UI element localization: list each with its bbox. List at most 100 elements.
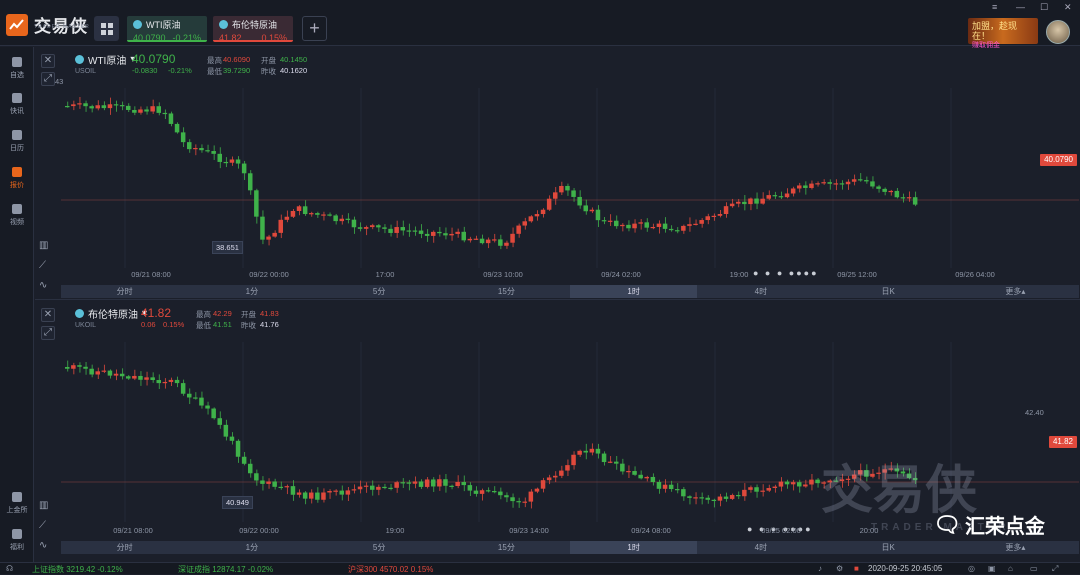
candle-body: [168, 113, 174, 124]
draw-line-icon[interactable]: ⟋: [39, 260, 53, 280]
sound-icon[interactable]: ♪: [818, 564, 822, 573]
sidebar-item-quotes[interactable]: 报价: [0, 167, 34, 190]
timeframe-tab[interactable]: 1分: [188, 285, 315, 298]
window-icon[interactable]: ▭: [1030, 564, 1038, 573]
expand-icon[interactable]: ⤢: [1052, 564, 1058, 574]
timeframe-tab-selected[interactable]: 1时: [570, 541, 698, 554]
timeframe-tab[interactable]: 1分: [188, 541, 315, 554]
candle-body: [467, 238, 473, 241]
candle-body: [266, 481, 271, 484]
high-value: 42.29: [213, 309, 232, 318]
x-axis-tick: 17:00: [375, 270, 395, 279]
candle-body: [290, 210, 296, 217]
pager-dots[interactable]: ● ● ● ●●●●: [753, 268, 819, 278]
sidebar-item-calendar[interactable]: 日历: [0, 130, 34, 153]
timeframe-tab[interactable]: 15分: [443, 541, 570, 554]
timeframe-tab[interactable]: 5分: [316, 285, 443, 298]
candle-body: [315, 213, 320, 215]
candle-body: [235, 159, 241, 164]
wave-icon[interactable]: ∿: [39, 540, 53, 560]
candle-body: [77, 103, 82, 105]
sidebar-item-watchlist[interactable]: 自选: [0, 57, 34, 80]
promo-banner[interactable]: 加盟，趁现在！ 赚取佣金: [968, 18, 1038, 49]
maximize-icon[interactable]: ☐: [1040, 2, 1048, 13]
candle-body: [473, 238, 479, 240]
expand-chart-button[interactable]: ⤢: [41, 72, 55, 86]
candle-body: [760, 490, 765, 492]
close-chart-button[interactable]: ✕: [41, 54, 55, 68]
candle-body: [717, 213, 723, 216]
timeframe-tab[interactable]: 日K: [825, 285, 952, 298]
menu-icon[interactable]: ≡: [992, 2, 997, 12]
sidebar-item-exchange[interactable]: 上金所: [0, 492, 34, 515]
timeframe-tab[interactable]: 分时: [61, 285, 188, 298]
candle-body: [882, 188, 887, 192]
screenshot-icon[interactable]: ▣: [988, 564, 996, 573]
minimize-icon[interactable]: —: [1016, 2, 1025, 12]
more-timeframes[interactable]: 更多▴: [952, 541, 1079, 554]
close-icon[interactable]: ✕: [1064, 2, 1072, 13]
support-icon[interactable]: ☊: [6, 564, 13, 573]
candle-body: [162, 112, 168, 115]
indicator-icon[interactable]: ▥: [39, 240, 53, 260]
candle-body: [138, 109, 143, 113]
price-change: -0.0830: [132, 66, 158, 75]
calendar-icon: [12, 130, 22, 140]
candle-body: [406, 230, 412, 232]
user-avatar[interactable]: [1046, 20, 1070, 44]
grid-layout-button[interactable]: [94, 16, 119, 41]
candle-body: [559, 185, 564, 193]
oil-icon: [75, 55, 84, 64]
tab-wti[interactable]: WTI原油 40.0790 -0.21%: [127, 16, 207, 43]
indicator-icon[interactable]: ▥: [39, 500, 53, 520]
timeframe-bar: 分时 1分 5分 15分 1时 4时 日K 更多▴: [61, 541, 1079, 554]
candle-body: [205, 405, 210, 409]
candle-body: [650, 226, 656, 229]
add-tab-button[interactable]: +: [302, 16, 327, 41]
candle-body: [65, 367, 70, 369]
candle-body: [95, 105, 100, 109]
expand-chart-button[interactable]: ⤢: [41, 326, 55, 340]
timeframe-tab[interactable]: 4时: [697, 285, 824, 298]
candle-body: [754, 198, 759, 204]
instrument-name[interactable]: 布伦特原油: [88, 306, 138, 321]
timeframe-tab[interactable]: 日K: [825, 541, 952, 554]
candle-body: [620, 224, 625, 227]
candle-body: [638, 474, 643, 479]
settings-icon[interactable]: ⚙: [836, 564, 843, 573]
candle-body: [485, 490, 491, 492]
tab-wti-change: -0.21%: [172, 33, 201, 43]
candle-body: [790, 188, 796, 194]
wave-icon[interactable]: ∿: [39, 280, 53, 300]
sidebar-item-label: 福利: [10, 544, 24, 551]
candle-body: [912, 197, 918, 205]
tab-brent[interactable]: 布伦特原油 41.82 0.15%: [213, 16, 293, 43]
timeframe-tab-selected[interactable]: 1时: [570, 285, 698, 298]
timeframe-tab[interactable]: 5分: [316, 541, 443, 554]
sidebar-item-welfare[interactable]: 福利: [0, 529, 34, 552]
low-label: 最低: [207, 67, 222, 76]
candle-body: [193, 397, 198, 399]
candle-body: [894, 190, 900, 198]
candle-body: [266, 236, 271, 240]
candle-body: [296, 206, 302, 211]
camera-icon[interactable]: ◎: [968, 564, 975, 573]
candle-body: [339, 490, 344, 495]
candle-body: [601, 453, 607, 463]
candle-body: [595, 209, 601, 221]
sidebar-item-video[interactable]: 视频: [0, 204, 34, 227]
timeframe-tab[interactable]: 4时: [697, 541, 824, 554]
lock-icon[interactable]: ⌂: [1008, 564, 1013, 573]
close-chart-button[interactable]: ✕: [41, 308, 55, 322]
more-timeframes[interactable]: 更多▴: [952, 285, 1079, 298]
draw-line-icon[interactable]: ⟋: [39, 520, 53, 540]
expand-icon: ⤢: [44, 73, 52, 84]
timeframe-tab[interactable]: 15分: [443, 285, 570, 298]
instrument-name[interactable]: WTI原油: [88, 52, 126, 67]
sidebar-item-news[interactable]: 快讯: [0, 93, 34, 116]
candle-body: [400, 227, 405, 231]
price-change: 0.06: [141, 320, 156, 329]
candle-body: [248, 463, 253, 474]
timeframe-tab[interactable]: 分时: [61, 541, 188, 554]
high-value: 40.6090: [223, 55, 251, 64]
